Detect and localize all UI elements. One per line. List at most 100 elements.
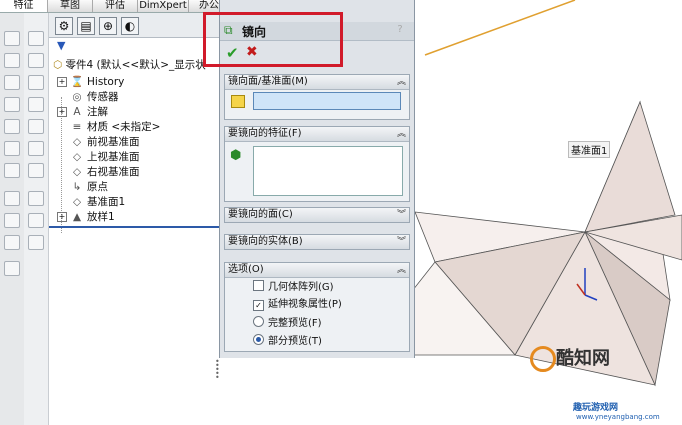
tree-item-label: 基准面1 xyxy=(87,196,126,208)
group-options-header[interactable]: 选项(O) ︽ xyxy=(225,263,409,278)
cut-loft-icon[interactable] xyxy=(28,97,44,112)
tree-item[interactable]: ◇ 右视基准面 xyxy=(57,165,140,180)
loft-icon: ▲ xyxy=(72,211,82,223)
help-icon[interactable]: ? xyxy=(394,24,406,36)
expand-toggle-icon[interactable]: + xyxy=(57,107,67,117)
tab-sketch[interactable]: 草图 xyxy=(48,0,93,12)
panel-splitter[interactable]: • • • • • xyxy=(215,358,220,382)
group-options-label: 选项(O) xyxy=(228,264,264,275)
cut-extrude-icon[interactable] xyxy=(28,31,44,46)
tab-evaluate[interactable]: 评估 xyxy=(93,0,138,12)
tree-item[interactable]: ↳ 原点 xyxy=(57,180,108,195)
chamfer-icon[interactable] xyxy=(4,163,20,178)
tree-item[interactable]: ◇ 前视基准面 xyxy=(57,135,140,150)
group-faces-to-mirror: 要镜向的面(C) ︾ xyxy=(224,207,410,223)
rollback-bar[interactable] xyxy=(49,226,220,228)
face-plane-icon xyxy=(231,95,245,108)
radio-button[interactable] xyxy=(253,316,264,327)
tree-item[interactable]: ◇ 基准面1 xyxy=(57,195,125,210)
tree-root-label: 零件4 (默认<<默认>_显示状 xyxy=(65,59,206,71)
tree-item-label: 原点 xyxy=(87,181,108,193)
history-icon: ⌛ xyxy=(70,76,84,88)
collapse-chevron-icon[interactable]: ︽ xyxy=(397,127,406,141)
group-bodies-to-mirror: 要镜向的实体(B) ︾ xyxy=(224,234,410,250)
tree-item[interactable]: + A 注解 xyxy=(57,105,108,120)
tree-item-label: 注解 xyxy=(87,106,108,118)
plane-icon: ◇ xyxy=(72,136,82,148)
watermark-logo-icon xyxy=(530,346,556,372)
collapse-chevron-icon[interactable]: ︽ xyxy=(397,75,406,89)
tree-item-label: 传感器 xyxy=(87,91,119,103)
checkbox-box[interactable] xyxy=(253,280,264,291)
cut-sweep-icon[interactable] xyxy=(28,75,44,90)
annotation-icon: A xyxy=(73,106,81,118)
plane-icon: ◇ xyxy=(72,151,82,163)
geometry-pattern-label: 几何体阵列(G) xyxy=(268,282,334,293)
feature-manager-tab-icon[interactable]: ⚙ xyxy=(55,17,73,35)
property-manager-tab-icon[interactable]: ▤ xyxy=(77,17,95,35)
feature-manager-tabs: ⚙ ▤ ⊕ ◐ xyxy=(49,13,220,38)
group-bodies-header[interactable]: 要镜向的实体(B) ︾ xyxy=(225,235,409,249)
plane-icon: ◇ xyxy=(72,196,82,208)
expand-chevron-icon[interactable]: ︾ xyxy=(397,235,406,249)
tree-item-label: History xyxy=(87,76,125,88)
origin-icon: ↳ xyxy=(72,181,82,193)
tab-features[interactable]: 特征 xyxy=(0,0,48,12)
tree-item-label: 前视基准面 xyxy=(87,136,140,148)
wrap-icon[interactable] xyxy=(28,163,44,178)
watermark-site: 趣玩游戏网 xyxy=(573,403,619,413)
tree-item[interactable]: + ⌛ History xyxy=(57,75,124,90)
tree-item-label: 上视基准面 xyxy=(87,151,140,163)
full-preview-radio[interactable]: 完整预览(F) xyxy=(253,316,322,330)
group-mirror-face-header[interactable]: 镜向面/基准面(M) ︽ xyxy=(225,75,409,90)
watermark-text: 酷知网 xyxy=(556,348,610,369)
feature-toolbar-secondary xyxy=(24,13,49,425)
loft-tool-icon[interactable] xyxy=(4,97,20,112)
display-manager-tab-icon[interactable]: ◐ xyxy=(121,17,139,35)
cut-revolve-icon[interactable] xyxy=(28,53,44,68)
full-preview-label: 完整预览(F) xyxy=(268,318,322,329)
rib-icon[interactable] xyxy=(4,191,20,206)
group-faces-header[interactable]: 要镜向的面(C) ︾ xyxy=(225,208,409,222)
sweep-icon[interactable] xyxy=(4,75,20,90)
dome-icon[interactable] xyxy=(28,191,44,206)
group-mirror-face-label: 镜向面/基准面(M) xyxy=(228,76,308,87)
cut-boundary-icon[interactable] xyxy=(28,119,44,134)
tree-item[interactable]: ≡ 材质 <未指定> xyxy=(57,120,161,135)
mirror-tool-icon[interactable] xyxy=(28,213,44,228)
partial-preview-radio[interactable]: 部分预览(T) xyxy=(253,334,322,348)
revolve-icon[interactable] xyxy=(4,53,20,68)
group-mirror-face: 镜向面/基准面(M) ︽ xyxy=(224,74,410,120)
shell-icon[interactable] xyxy=(4,235,20,250)
tree-item[interactable]: + ▲ 放样1 xyxy=(57,210,115,225)
group-features-header[interactable]: 要镜向的特征(F) ︽ xyxy=(225,127,409,142)
mirror-face-selection-box[interactable] xyxy=(253,92,401,110)
fillet-icon[interactable] xyxy=(4,141,20,156)
tab-dimxpert[interactable]: DimXpert xyxy=(138,0,189,12)
plane-label[interactable]: 基准面1 xyxy=(568,141,611,158)
draft-icon[interactable] xyxy=(4,213,20,228)
expand-chevron-icon[interactable]: ︾ xyxy=(397,208,406,222)
group-features-to-mirror: 要镜向的特征(F) ︽ ⬢ xyxy=(224,126,410,202)
features-selection-box[interactable] xyxy=(253,146,403,196)
tree-filter[interactable]: ▼ xyxy=(49,39,220,53)
plane-edge xyxy=(424,0,576,56)
reference-geometry-icon[interactable] xyxy=(28,235,44,250)
watermark-url: www.yneyangbang.com xyxy=(576,413,660,421)
checkbox-box-checked[interactable]: ✓ xyxy=(253,300,264,311)
radio-button-selected[interactable] xyxy=(253,334,264,345)
config-manager-tab-icon[interactable]: ⊕ xyxy=(99,17,117,35)
extrude-icon[interactable] xyxy=(4,31,20,46)
tree-item-label: 右视基准面 xyxy=(87,166,140,178)
geometry-pattern-checkbox[interactable]: 几何体阵列(G) xyxy=(253,280,334,294)
expand-toggle-icon[interactable]: + xyxy=(57,77,67,87)
collapse-chevron-icon[interactable]: ︽ xyxy=(397,263,406,277)
propagate-visual-checkbox[interactable]: ✓ 延伸视象属性(P) xyxy=(253,298,342,312)
tree-item[interactable]: ◇ 上视基准面 xyxy=(57,150,140,165)
pattern-icon[interactable] xyxy=(4,261,20,276)
expand-toggle-icon[interactable]: + xyxy=(57,212,67,222)
hole-icon[interactable] xyxy=(28,141,44,156)
tree-root[interactable]: ⬡ 零件4 (默认<<默认>_显示状 xyxy=(53,57,206,72)
boundary-icon[interactable] xyxy=(4,119,20,134)
tree-item[interactable]: ◎ 传感器 xyxy=(57,90,119,105)
